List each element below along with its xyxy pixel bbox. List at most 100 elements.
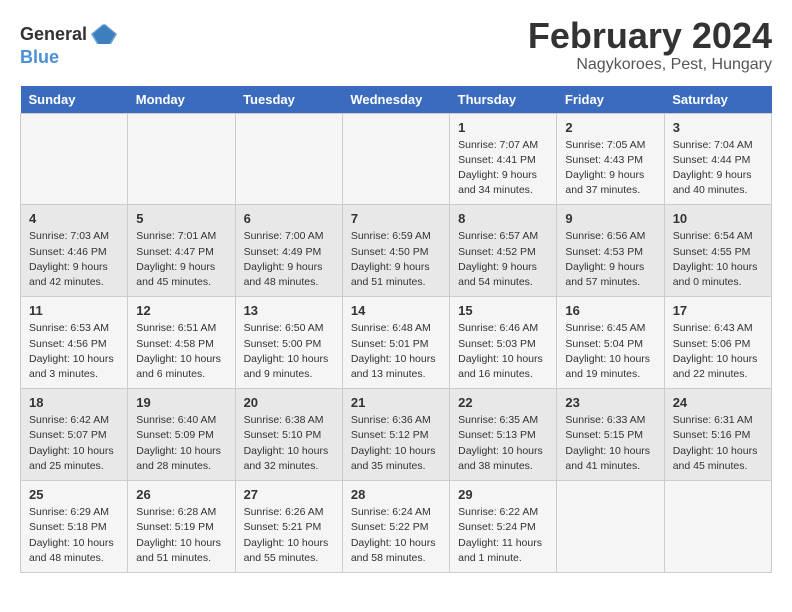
- weekday-header-sunday: Sunday: [21, 86, 128, 114]
- calendar-day-cell: 25 Sunrise: 6:29 AM Sunset: 5:18 PM Dayli…: [21, 481, 128, 573]
- page-header: General Blue February 2024 Nagykoroes, P…: [20, 16, 772, 74]
- calendar-day-cell: 27 Sunrise: 6:26 AM Sunset: 5:21 PM Dayli…: [235, 481, 342, 573]
- day-number: 19: [136, 395, 226, 410]
- logo-general-text: General: [20, 25, 87, 43]
- calendar-week-row: 18Sunrise: 6:42 AM Sunset: 5:07 PM Dayli…: [21, 389, 772, 481]
- day-number: 11: [29, 303, 119, 318]
- calendar-day-cell: 9 Sunrise: 6:56 AM Sunset: 4:53 PM Daylig…: [557, 205, 664, 297]
- weekday-header-row: SundayMondayTuesdayWednesdayThursdayFrid…: [21, 86, 772, 114]
- calendar-day-cell: 13 Sunrise: 6:50 AM Sunset: 5:00 PM Dayli…: [235, 297, 342, 389]
- logo: General Blue: [20, 20, 117, 66]
- calendar-day-cell: 24Sunrise: 6:31 AM Sunset: 5:16 PM Dayli…: [664, 389, 771, 481]
- calendar-day-cell: 15 Sunrise: 6:46 AM Sunset: 5:03 PM Dayli…: [450, 297, 557, 389]
- day-number: 18: [29, 395, 119, 410]
- day-number: 8: [458, 211, 548, 226]
- calendar-day-cell: [557, 481, 664, 573]
- day-info: Sunrise: 6:40 AM Sunset: 5:09 PM Dayligh…: [136, 413, 226, 474]
- calendar-day-cell: 16Sunrise: 6:45 AM Sunset: 5:04 PM Dayli…: [557, 297, 664, 389]
- day-info: Sunrise: 7:00 AM Sunset: 4:49 PM Dayligh…: [244, 229, 334, 290]
- calendar-day-cell: 22Sunrise: 6:35 AM Sunset: 5:13 PM Dayli…: [450, 389, 557, 481]
- calendar-day-cell: 14 Sunrise: 6:48 AM Sunset: 5:01 PM Dayli…: [342, 297, 449, 389]
- calendar-week-row: 4Sunrise: 7:03 AM Sunset: 4:46 PM Daylig…: [21, 205, 772, 297]
- calendar-table: SundayMondayTuesdayWednesdayThursdayFrid…: [20, 86, 772, 573]
- day-number: 14: [351, 303, 441, 318]
- weekday-header-tuesday: Tuesday: [235, 86, 342, 114]
- calendar-day-cell: 10 Sunrise: 6:54 AM Sunset: 4:55 PM Dayli…: [664, 205, 771, 297]
- day-info: Sunrise: 6:26 AM Sunset: 5:21 PM Dayligh…: [244, 505, 334, 566]
- day-info: Sunrise: 6:22 AM Sunset: 5:24 PM Dayligh…: [458, 505, 548, 566]
- day-info: Sunrise: 6:29 AM Sunset: 5:18 PM Dayligh…: [29, 505, 119, 566]
- calendar-day-cell: 5 Sunrise: 7:01 AM Sunset: 4:47 PM Daylig…: [128, 205, 235, 297]
- day-info: Sunrise: 6:57 AM Sunset: 4:52 PM Dayligh…: [458, 229, 548, 290]
- day-info: Sunrise: 6:24 AM Sunset: 5:22 PM Dayligh…: [351, 505, 441, 566]
- day-info: Sunrise: 6:50 AM Sunset: 5:00 PM Dayligh…: [244, 321, 334, 382]
- day-number: 13: [244, 303, 334, 318]
- day-number: 15: [458, 303, 548, 318]
- day-info: Sunrise: 6:31 AM Sunset: 5:16 PM Dayligh…: [673, 413, 763, 474]
- calendar-day-cell: 19 Sunrise: 6:40 AM Sunset: 5:09 PM Dayli…: [128, 389, 235, 481]
- day-info: Sunrise: 6:28 AM Sunset: 5:19 PM Dayligh…: [136, 505, 226, 566]
- day-info: Sunrise: 7:03 AM Sunset: 4:46 PM Dayligh…: [29, 229, 119, 290]
- day-number: 5: [136, 211, 226, 226]
- day-number: 22: [458, 395, 548, 410]
- day-info: Sunrise: 6:59 AM Sunset: 4:50 PM Dayligh…: [351, 229, 441, 290]
- day-info: Sunrise: 7:04 AM Sunset: 4:44 PM Dayligh…: [673, 138, 763, 199]
- day-number: 26: [136, 487, 226, 502]
- calendar-day-cell: 8 Sunrise: 6:57 AM Sunset: 4:52 PM Daylig…: [450, 205, 557, 297]
- day-info: Sunrise: 6:54 AM Sunset: 4:55 PM Dayligh…: [673, 229, 763, 290]
- calendar-day-cell: 20 Sunrise: 6:38 AM Sunset: 5:10 PM Dayli…: [235, 389, 342, 481]
- title-section: February 2024 Nagykoroes, Pest, Hungary: [528, 16, 772, 74]
- calendar-day-cell: [342, 113, 449, 205]
- day-number: 23: [565, 395, 655, 410]
- calendar-day-cell: 21 Sunrise: 6:36 AM Sunset: 5:12 PM Dayli…: [342, 389, 449, 481]
- day-number: 9: [565, 211, 655, 226]
- calendar-day-cell: [21, 113, 128, 205]
- logo-icon: [89, 20, 117, 48]
- calendar-day-cell: 3 Sunrise: 7:04 AM Sunset: 4:44 PM Daylig…: [664, 113, 771, 205]
- day-number: 28: [351, 487, 441, 502]
- day-info: Sunrise: 6:38 AM Sunset: 5:10 PM Dayligh…: [244, 413, 334, 474]
- day-number: 12: [136, 303, 226, 318]
- day-info: Sunrise: 6:46 AM Sunset: 5:03 PM Dayligh…: [458, 321, 548, 382]
- calendar-day-cell: 11Sunrise: 6:53 AM Sunset: 4:56 PM Dayli…: [21, 297, 128, 389]
- day-number: 2: [565, 120, 655, 135]
- weekday-header-wednesday: Wednesday: [342, 86, 449, 114]
- logo-blue-text: Blue: [20, 48, 59, 66]
- day-info: Sunrise: 6:56 AM Sunset: 4:53 PM Dayligh…: [565, 229, 655, 290]
- calendar-body: 1 Sunrise: 7:07 AM Sunset: 4:41 PM Daylig…: [21, 113, 772, 572]
- weekday-header-saturday: Saturday: [664, 86, 771, 114]
- day-info: Sunrise: 6:48 AM Sunset: 5:01 PM Dayligh…: [351, 321, 441, 382]
- day-info: Sunrise: 7:07 AM Sunset: 4:41 PM Dayligh…: [458, 138, 548, 199]
- weekday-header-friday: Friday: [557, 86, 664, 114]
- calendar-week-row: 25 Sunrise: 6:29 AM Sunset: 5:18 PM Dayli…: [21, 481, 772, 573]
- weekday-header-monday: Monday: [128, 86, 235, 114]
- day-number: 17: [673, 303, 763, 318]
- day-number: 25: [29, 487, 119, 502]
- calendar-day-cell: 29 Sunrise: 6:22 AM Sunset: 5:24 PM Dayli…: [450, 481, 557, 573]
- day-number: 1: [458, 120, 548, 135]
- day-number: 29: [458, 487, 548, 502]
- day-info: Sunrise: 6:51 AM Sunset: 4:58 PM Dayligh…: [136, 321, 226, 382]
- calendar-week-row: 1 Sunrise: 7:07 AM Sunset: 4:41 PM Daylig…: [21, 113, 772, 205]
- day-info: Sunrise: 6:45 AM Sunset: 5:04 PM Dayligh…: [565, 321, 655, 382]
- calendar-day-cell: 17Sunrise: 6:43 AM Sunset: 5:06 PM Dayli…: [664, 297, 771, 389]
- day-info: Sunrise: 7:01 AM Sunset: 4:47 PM Dayligh…: [136, 229, 226, 290]
- calendar-day-cell: [128, 113, 235, 205]
- day-number: 20: [244, 395, 334, 410]
- day-number: 21: [351, 395, 441, 410]
- day-number: 10: [673, 211, 763, 226]
- calendar-day-cell: 12 Sunrise: 6:51 AM Sunset: 4:58 PM Dayli…: [128, 297, 235, 389]
- day-number: 3: [673, 120, 763, 135]
- calendar-day-cell: 28 Sunrise: 6:24 AM Sunset: 5:22 PM Dayli…: [342, 481, 449, 573]
- calendar-day-cell: [235, 113, 342, 205]
- calendar-day-cell: [664, 481, 771, 573]
- calendar-day-cell: 4Sunrise: 7:03 AM Sunset: 4:46 PM Daylig…: [21, 205, 128, 297]
- day-info: Sunrise: 6:33 AM Sunset: 5:15 PM Dayligh…: [565, 413, 655, 474]
- day-info: Sunrise: 6:36 AM Sunset: 5:12 PM Dayligh…: [351, 413, 441, 474]
- day-info: Sunrise: 7:05 AM Sunset: 4:43 PM Dayligh…: [565, 138, 655, 199]
- location-title: Nagykoroes, Pest, Hungary: [528, 56, 772, 74]
- calendar-header: SundayMondayTuesdayWednesdayThursdayFrid…: [21, 86, 772, 114]
- day-number: 27: [244, 487, 334, 502]
- calendar-day-cell: 6Sunrise: 7:00 AM Sunset: 4:49 PM Daylig…: [235, 205, 342, 297]
- calendar-day-cell: 23 Sunrise: 6:33 AM Sunset: 5:15 PM Dayli…: [557, 389, 664, 481]
